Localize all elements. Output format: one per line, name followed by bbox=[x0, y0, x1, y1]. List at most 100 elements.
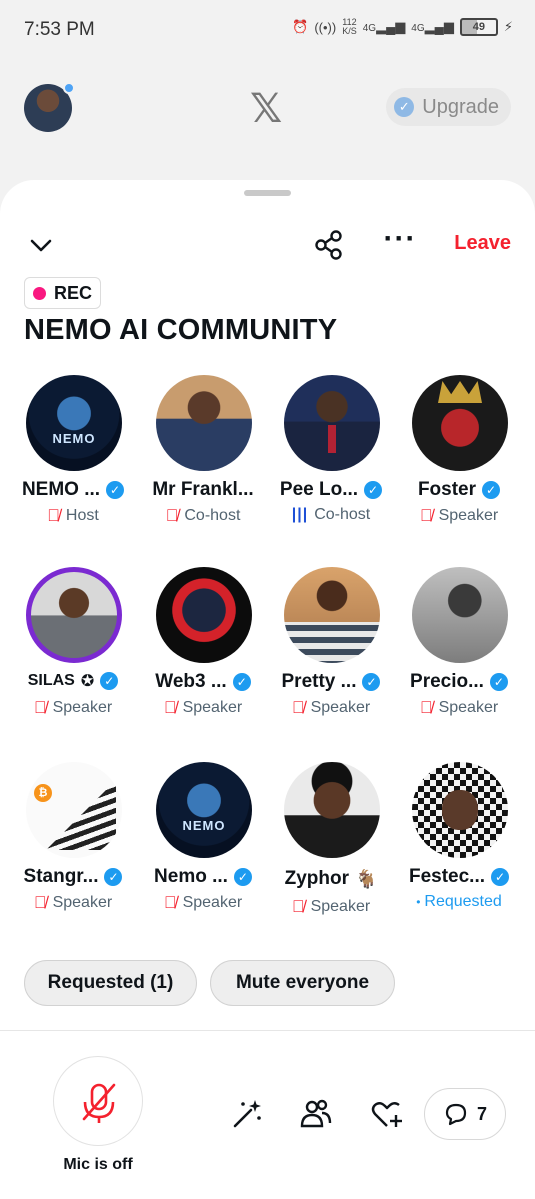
people-icon bbox=[300, 1099, 332, 1128]
participant-name-row: Zyphor 🐐 bbox=[267, 868, 395, 890]
participant-name: Nemo ... bbox=[154, 866, 228, 887]
verified-icon: ✓ bbox=[491, 868, 510, 886]
avatar bbox=[156, 567, 252, 663]
participant-name: Web3 ... bbox=[155, 671, 227, 692]
participant-role: Speaker bbox=[438, 699, 499, 716]
signal-2: 4G▂▄▆ bbox=[411, 19, 454, 34]
participant-pee-lo[interactable]: Pee Lo... ✓ ||| Co-host bbox=[267, 375, 395, 555]
face-shape bbox=[442, 790, 478, 830]
alarm-icon: ⏰ bbox=[292, 19, 309, 34]
participant-festec[interactable]: Festec... ✓ • Requested bbox=[395, 762, 523, 942]
participant-stangr[interactable]: ₿ Stangr... ✓ 🎙̸ Speaker bbox=[9, 762, 137, 942]
participant-mr-frankl[interactable]: Mr Frankl... 🎙̸ Co-host bbox=[139, 375, 267, 555]
verified-icon: ✓ bbox=[100, 672, 119, 690]
mute-everyone-button[interactable]: Mute everyone bbox=[210, 960, 395, 1006]
participant-name-row: Festec... ✓ bbox=[395, 866, 523, 888]
participant-role-row: 🎙̸ Speaker bbox=[395, 506, 523, 526]
upgrade-button[interactable]: ✓ Upgrade bbox=[386, 88, 511, 126]
more-button[interactable]: ··· bbox=[382, 224, 418, 258]
signal-1: 4G▂▄▆ bbox=[362, 19, 406, 34]
participant-foster[interactable]: Foster ✓ 🎙̸ Speaker bbox=[395, 375, 523, 555]
stairs-shape bbox=[46, 780, 116, 850]
avatar bbox=[284, 567, 380, 663]
participant-nemo-host[interactable]: NEMO NEMO ... ✓ 🎙̸ Host bbox=[9, 375, 137, 555]
tie-shape bbox=[328, 425, 336, 453]
status-bar: 7:53 PM ⏰ ((•)) 112 K/S 4G▂▄▆ 4G▂▄▆ 49 ⚡ bbox=[0, 0, 535, 60]
battery-level: 49 bbox=[472, 21, 485, 33]
participant-name-row: Nemo ... ✓ bbox=[139, 866, 267, 888]
people-button[interactable] bbox=[298, 1096, 334, 1132]
chevron-down-icon bbox=[30, 239, 52, 252]
signal-2-label: 4G bbox=[411, 23, 425, 34]
participant-zyphor[interactable]: Zyphor 🐐 🎙̸ Speaker bbox=[267, 762, 395, 942]
requested-label: Requested (1) bbox=[47, 972, 174, 993]
mic-status-label: Mic is off bbox=[63, 1156, 133, 1173]
participant-role-row: 🎙̸ Speaker bbox=[9, 893, 137, 913]
chat-count: 7 bbox=[476, 1103, 487, 1124]
mic-off-icon: 🎙̸ bbox=[419, 506, 433, 525]
mic-off-icon: 🎙̸ bbox=[163, 698, 177, 717]
participant-role: Co-host bbox=[314, 506, 371, 523]
participant-name: NEMO ... bbox=[21, 479, 101, 500]
participant-role: Speaker bbox=[438, 507, 499, 524]
avatar bbox=[284, 762, 380, 858]
verified-icon: ✓ bbox=[394, 97, 415, 117]
mic-off-icon: 🎙̸ bbox=[291, 698, 305, 717]
participant-name-row: Mr Frankl... bbox=[139, 479, 267, 501]
participant-role-row: 🎙̸ Speaker bbox=[139, 893, 267, 913]
participant-name: SILAS bbox=[27, 672, 75, 689]
avatar bbox=[26, 567, 122, 663]
participant-silas[interactable]: SILAS ✪ ✓ 🎙̸ Speaker bbox=[9, 567, 137, 747]
participant-role-row: 🎙̸ Speaker bbox=[9, 698, 137, 718]
participant-nemo-speaker[interactable]: NEMO Nemo ... ✓ 🎙̸ Speaker bbox=[139, 762, 267, 942]
participant-role-row: 🎙̸ Speaker bbox=[267, 698, 395, 718]
participant-name: Stangr... bbox=[23, 866, 99, 887]
chat-button[interactable]: 7 bbox=[424, 1088, 506, 1140]
heart-plus-icon bbox=[371, 1102, 402, 1127]
participant-name: Zyphor bbox=[284, 868, 349, 889]
mic-off-icon: 🎙̸ bbox=[33, 698, 47, 717]
rec-dot-icon bbox=[33, 286, 46, 300]
participant-name-row: Pee Lo... ✓ bbox=[267, 479, 395, 501]
nemo-logo-text: NEMO bbox=[52, 431, 96, 446]
mic-off-icon: 🎙̸ bbox=[419, 698, 433, 717]
collapse-button[interactable] bbox=[26, 230, 56, 260]
participant-role-row: • Requested bbox=[395, 893, 523, 911]
participant-role-row: 🎙̸ Speaker bbox=[139, 698, 267, 718]
verified-icon: ✓ bbox=[106, 481, 125, 499]
mic-toggle-button[interactable] bbox=[53, 1056, 143, 1146]
participant-web3[interactable]: Web3 ... ✓ 🎙̸ Speaker bbox=[139, 567, 267, 747]
verified-icon: ✓ bbox=[482, 481, 501, 499]
rec-label: REC bbox=[54, 282, 93, 303]
participant-name: Mr Frankl... bbox=[152, 479, 254, 500]
app-header: 𝕏 ✓ Upgrade bbox=[0, 60, 535, 180]
divider bbox=[0, 1030, 535, 1031]
requested-button[interactable]: Requested (1) bbox=[24, 960, 197, 1006]
avatar bbox=[156, 375, 252, 471]
participant-role-row: ||| Co-host bbox=[267, 506, 395, 524]
verified-icon: ✓ bbox=[364, 481, 383, 499]
mute-everyone-label: Mute everyone bbox=[235, 972, 370, 993]
participant-pretty[interactable]: Pretty ... ✓ 🎙̸ Speaker bbox=[267, 567, 395, 747]
participant-name-row: Precio... ✓ bbox=[395, 671, 523, 693]
effects-button[interactable] bbox=[229, 1096, 265, 1132]
recording-badge: REC bbox=[24, 277, 102, 309]
sheet-grabber[interactable] bbox=[244, 190, 291, 196]
avatar: NEMO bbox=[156, 762, 252, 858]
x-logo-icon: 𝕏 bbox=[250, 86, 283, 132]
participant-role: Co-host bbox=[184, 507, 241, 524]
participant-name: Festec... bbox=[408, 866, 486, 887]
net-speed-unit: K/S bbox=[342, 26, 357, 36]
participant-precio[interactable]: Precio... ✓ 🎙̸ Speaker bbox=[395, 567, 523, 747]
participant-role-row: 🎙̸ Host bbox=[9, 506, 137, 526]
react-button[interactable] bbox=[369, 1096, 405, 1132]
participant-role: Speaker bbox=[310, 898, 371, 915]
signal-1-label: 4G bbox=[362, 23, 377, 34]
verified-icon: ✓ bbox=[232, 673, 251, 691]
share-button[interactable] bbox=[312, 228, 346, 262]
leave-button[interactable]: Leave bbox=[454, 232, 511, 255]
avatar: NEMO bbox=[26, 375, 122, 471]
participant-name-row: SILAS ✪ ✓ bbox=[9, 671, 137, 691]
participant-name-row: Web3 ... ✓ bbox=[139, 671, 267, 693]
participant-role: Speaker bbox=[52, 894, 113, 911]
